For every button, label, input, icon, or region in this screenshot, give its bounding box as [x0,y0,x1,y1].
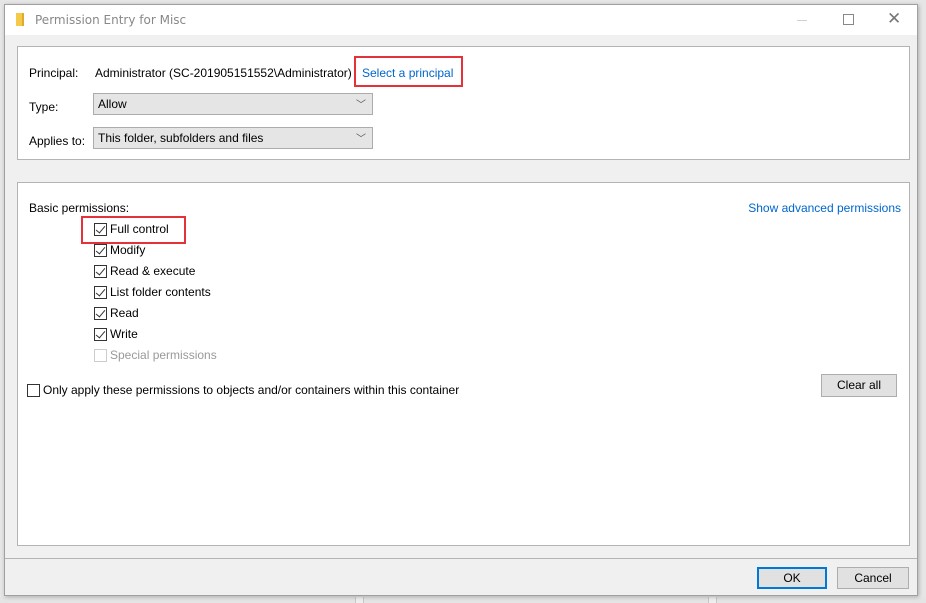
chevron-down-icon: ﹀ [356,134,366,145]
permission-checkbox[interactable] [94,244,107,257]
permission-label: Read [110,306,139,320]
permission-checkbox[interactable] [94,328,107,341]
clear-all-button[interactable]: Clear all [821,374,897,397]
maximize-button[interactable] [825,5,871,35]
type-value: Allow [98,97,127,111]
applies-to-select[interactable]: This folder, subfolders and files ﹀ [93,127,373,149]
permission-label: Write [110,327,138,341]
close-icon: ✕ [887,9,902,29]
permission-checkbox[interactable] [94,307,107,320]
principal-group: Principal: Administrator (SC-20190515155… [17,46,910,160]
principal-value: Administrator (SC-201905151552\Administr… [95,66,352,80]
basic-permissions-label: Basic permissions: [29,201,130,215]
permission-checkbox[interactable] [94,286,107,299]
permission-label: Read & execute [110,264,196,278]
permissions-group: Basic permissions: Show advanced permiss… [17,182,910,546]
type-label: Type: [29,100,59,114]
show-advanced-permissions-link[interactable]: Show advanced permissions [748,201,901,215]
applies-to-label: Applies to: [29,134,86,148]
background-window-edge [355,597,364,603]
principal-label: Principal: [29,66,79,80]
minimize-button[interactable] [779,5,825,35]
footer-divider [5,558,917,559]
permission-label: Special permissions [110,348,217,362]
only-apply-label: Only apply these permissions to objects … [43,383,460,397]
permission-label: Full control [110,222,169,236]
ok-button[interactable]: OK [757,567,827,589]
permission-checkbox[interactable] [94,265,107,278]
permission-checkbox[interactable] [94,223,107,236]
permission-entry-dialog: Permission Entry for Misc ✕ Principal: A… [4,4,918,596]
type-select[interactable]: Allow ﹀ [93,93,373,115]
chevron-down-icon: ﹀ [356,100,366,111]
applies-to-value: This folder, subfolders and files [98,131,264,145]
permission-label: Modify [110,243,146,257]
window-title: Permission Entry for Misc [35,13,187,27]
desktop-background [0,597,926,603]
cancel-button[interactable]: Cancel [837,567,909,589]
close-button[interactable]: ✕ [871,5,917,35]
title-bar[interactable]: Permission Entry for Misc ✕ [5,5,917,35]
permission-label: List folder contents [110,285,211,299]
select-principal-link[interactable]: Select a principal [362,66,453,80]
background-window-edge [708,597,717,603]
only-apply-checkbox[interactable] [27,384,40,397]
folder-icon [16,13,24,26]
permission-checkbox [94,349,107,362]
